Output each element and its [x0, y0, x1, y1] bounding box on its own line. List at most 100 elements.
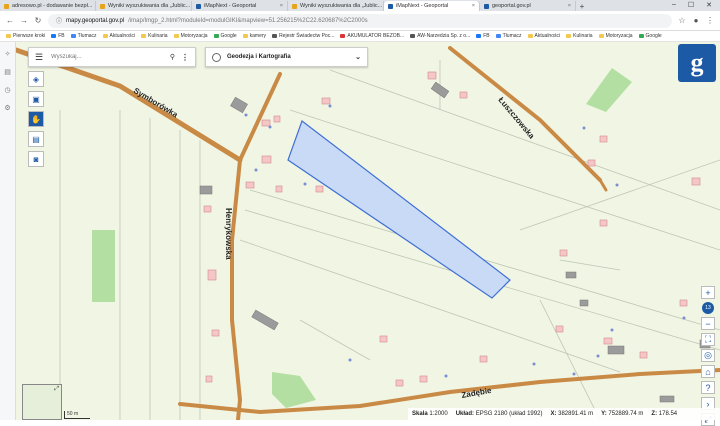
bookmark-item[interactable]: Tłumacz: [495, 33, 522, 39]
browser-tab[interactable]: adresowo.pl - dodawanie bezpł...×: [0, 1, 96, 11]
parcel-lines: [59, 60, 720, 420]
green-area: [272, 372, 316, 408]
map-canvas[interactable]: Symborówka Łuszczowska Henrykowska Zadęb…: [16, 42, 720, 420]
search-box: ☰ ⚲ ⋮: [28, 47, 196, 67]
bookmark-item[interactable]: AKUMULATOR BEZOB...: [340, 33, 404, 39]
close-tab-icon[interactable]: ×: [472, 3, 475, 9]
browser-side-rail: ✧ ▤ ◷ ⚙: [0, 42, 16, 420]
favicon-icon: [4, 3, 9, 9]
locate-button[interactable]: ◎: [701, 349, 715, 362]
map-drawing: Symborówka Łuszczowska Henrykowska Zadęb…: [16, 46, 720, 420]
y-coordinate: Y: 752889.74 m: [601, 411, 644, 417]
layer-select-dropdown[interactable]: Geodezja i Kartografia ⌄: [205, 47, 368, 67]
favicon-icon: [292, 3, 297, 9]
close-tab-icon[interactable]: ×: [280, 3, 283, 9]
camera-icon: ◙: [33, 154, 39, 164]
road-label-symborowka: Symborówka: [132, 86, 180, 120]
hamburger-menu-icon[interactable]: ☰: [35, 52, 45, 63]
favicon-icon: [484, 3, 489, 9]
chevron-down-icon: ⌄: [355, 54, 361, 61]
settings-icon[interactable]: ⚙: [4, 104, 10, 112]
bookmark-star-icon[interactable]: ☆: [678, 16, 686, 25]
bookmark-item[interactable]: Google: [213, 33, 237, 39]
url-field[interactable]: ⓘ mapy.geoportal.gov.pl/imap/Imgp_2.html…: [48, 13, 672, 28]
address-bar-row: ← → ↻ ⓘ mapy.geoportal.gov.pl/imap/Imgp_…: [0, 11, 720, 31]
status-bar: Skala 1:2000 Układ: EPSG 2180 (układ 199…: [408, 408, 720, 420]
overview-map[interactable]: ⤢: [22, 384, 62, 420]
zoom-out-button[interactable]: −: [701, 317, 715, 330]
bookmark-item[interactable]: AW-Narzedzia Sp. z o...: [410, 33, 470, 39]
info-button[interactable]: ?: [701, 381, 715, 394]
home-button[interactable]: ⌂: [701, 365, 715, 378]
camera-button[interactable]: ◙: [28, 151, 44, 167]
profile-icon[interactable]: ●: [692, 16, 700, 25]
reload-icon[interactable]: ↻: [34, 16, 42, 25]
new-tab-button[interactable]: +: [576, 2, 588, 11]
bookmark-item[interactable]: Kulinaria: [141, 33, 168, 39]
zoom-level-badge: 13: [702, 302, 714, 314]
browser-tab-active[interactable]: iMapNext - Geoportal ×: [384, 1, 480, 11]
print-icon: ▣: [32, 94, 40, 104]
more-options-icon[interactable]: ⋮: [181, 53, 189, 62]
crs-info: Układ: EPSG 2180 (układ 1992): [455, 411, 543, 417]
geodesy-layer-icon: [212, 52, 221, 62]
browser-tab[interactable]: Wyniki wyszukiwania dla „Jublic...×: [96, 1, 192, 11]
maximize-icon[interactable]: ☐: [688, 1, 694, 9]
history-icon[interactable]: ◷: [4, 86, 10, 94]
buildings: [203, 71, 701, 387]
favicon-icon: [100, 3, 105, 9]
favicon-icon: [196, 3, 201, 9]
favicon-icon: [388, 3, 393, 9]
browser-tab[interactable]: iMapNext - Geoportal ×: [192, 1, 288, 11]
forward-icon[interactable]: →: [20, 16, 28, 25]
bookmark-item[interactable]: Google: [638, 33, 662, 39]
rail-icon[interactable]: ✧: [5, 50, 11, 58]
bookmark-item[interactable]: Kulinaria: [566, 33, 593, 39]
bookmark-item[interactable]: Pierwsze kroki: [6, 33, 45, 39]
pan-tool-button[interactable]: ✋: [28, 111, 44, 127]
green-area: [92, 230, 115, 302]
document-button[interactable]: ▤: [28, 131, 44, 147]
search-icon[interactable]: ⚲: [170, 53, 175, 61]
bookmark-item[interactable]: Tłumacz: [70, 33, 97, 39]
browser-tab[interactable]: geoportal.gov.pl ×: [480, 1, 576, 11]
roads: [16, 46, 720, 420]
zoom-in-button[interactable]: +: [701, 286, 715, 299]
scale-info: Skala 1:2000: [412, 411, 448, 417]
green-area: [586, 68, 632, 112]
bookmark-item[interactable]: FB: [51, 33, 65, 39]
expand-overview-icon[interactable]: ⤢: [54, 386, 59, 393]
document-icon: ▤: [32, 134, 40, 144]
layers-button[interactable]: ◈: [28, 71, 44, 87]
close-window-icon[interactable]: ✕: [706, 1, 712, 9]
scale-bar: 50 m: [64, 411, 90, 419]
layer-select-label: Geodezja i Kartografia: [227, 54, 291, 60]
map-toolbar: ◈ ▣ ✋ ▤ ◙: [28, 71, 44, 167]
fullscreen-button[interactable]: ⛶: [701, 333, 715, 346]
x-coordinate: X: 382891.41 m: [550, 411, 594, 417]
browser-tab[interactable]: Wyniki wyszukiwania dla „Jublic...×: [288, 1, 384, 11]
road-label-henrykowska: Henrykowska: [224, 208, 233, 260]
browser-menu-icon[interactable]: ⋮: [706, 16, 714, 25]
window-controls: – ☐ ✕: [664, 0, 720, 10]
bookmark-item[interactable]: FB: [476, 33, 490, 39]
minimize-icon[interactable]: –: [672, 1, 676, 9]
bookmark-item[interactable]: kamery: [242, 33, 266, 39]
bookmark-item[interactable]: Aktualności: [102, 33, 135, 39]
site-info-icon[interactable]: ⓘ: [56, 16, 62, 25]
search-input[interactable]: [51, 54, 164, 60]
bookmarks-bar: Pierwsze kroki FB Tłumacz Aktualności Ku…: [0, 31, 720, 42]
hand-icon: ✋: [31, 114, 41, 124]
back-icon[interactable]: ←: [6, 16, 14, 25]
bookmark-item[interactable]: Motoryzacja: [598, 33, 633, 39]
zoom-controls: + 13 − ⛶ ◎ ⌂ ? › ⤢: [700, 286, 716, 426]
bookmark-item[interactable]: Aktualności: [527, 33, 560, 39]
bookmark-item[interactable]: Rejestr Świadectw Poc...: [272, 33, 334, 39]
url-path: /imap/Imgp_2.html?moduleId=modulGIKI&map…: [128, 17, 368, 24]
geoportal-logo[interactable]: g: [678, 44, 716, 82]
print-button[interactable]: ▣: [28, 91, 44, 107]
url-host: mapy.geoportal.gov.pl: [66, 17, 125, 24]
close-tab-icon[interactable]: ×: [568, 3, 571, 9]
rail-icon[interactable]: ▤: [4, 68, 11, 76]
bookmark-item[interactable]: Motoryzacja: [173, 33, 208, 39]
